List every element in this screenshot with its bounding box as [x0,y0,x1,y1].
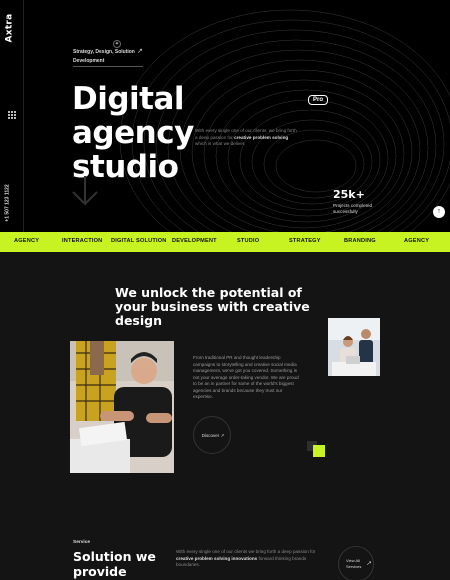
marquee-item: DIGITAL SOLUTION [111,238,167,244]
discover-button[interactable]: Discover ↗ [193,416,231,454]
about-description: From traditional PR and thought leadersh… [193,355,299,399]
team-photo-main [70,341,174,473]
services-tag: Service [73,540,91,545]
projects-stat-value: 25k+ [333,188,365,201]
services-title: Solution we provide [73,549,156,579]
phone-link[interactable]: +1 507 123 1122 [3,184,21,222]
services-description: With every single one of our clients we … [176,549,316,567]
about-section: We unlock the potential of your business… [0,252,450,580]
marquee-item: BRANDING [344,238,376,244]
brand-logo[interactable]: Axtra [4,10,20,44]
left-rail: Axtra +1 507 123 1122 [0,0,24,232]
team-photo-side [328,318,380,376]
marquee-item: AGENCY [404,238,430,244]
brand-logo-text: Axtra [4,13,15,43]
about-title: We unlock the potential of your business… [115,285,310,328]
arrow-up-right-icon[interactable]: ↗ [137,47,143,55]
marquee-item: INTERACTION [62,238,103,244]
marquee-item: DEVELOPMENT [172,238,217,244]
tagline-divider [73,66,143,67]
marquee-item: AGENCY [14,238,40,244]
decor-square-accent [313,445,325,457]
discover-label: Discover ↗ [201,433,225,438]
scroll-top-button[interactable]: ↑ [433,206,445,218]
pro-badge: Pro [308,95,329,105]
phone-number: +1 507 123 1122 [4,184,11,222]
arrow-up-right-icon: ↗ [366,561,372,567]
services-marquee: AGENCY INTERACTION DIGITAL SOLUTION DEVE… [0,232,450,252]
scroll-down-arrow-icon[interactable] [70,174,100,210]
sparkle-icon: ✦ [113,40,121,48]
hero-description: With every single one of our clients, we… [195,128,297,146]
menu-grid-icon[interactable] [8,111,16,119]
view-all-services-button[interactable]: View All Services ↗ [338,546,374,580]
projects-stat-label: Projects completed successfully [333,203,373,214]
hero-section: Axtra +1 507 123 1122 ✦ Strategy, Design… [0,0,450,232]
marquee-item: STRATEGY [289,238,321,244]
hero-title-line1: Digital agency [72,81,194,151]
marquee-item: STUDIO [237,238,260,244]
